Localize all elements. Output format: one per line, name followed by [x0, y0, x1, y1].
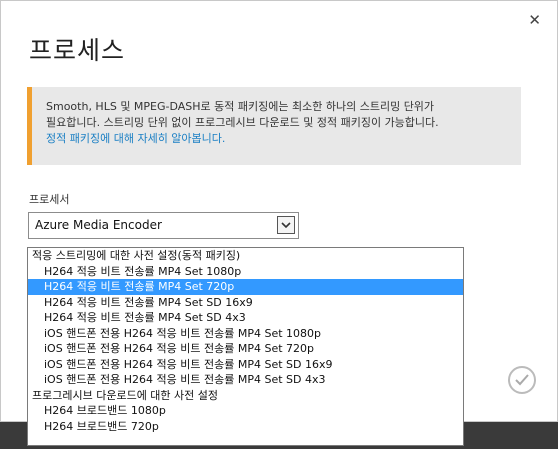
processor-label: 프로세서	[29, 193, 70, 206]
checkmark-icon	[515, 374, 529, 386]
preset-option[interactable]: H264 브로드밴드 1080p	[28, 403, 463, 419]
preset-option[interactable]: iOS 핸드폰 전용 H264 적응 비트 전송률 MP4 Set 1080p	[28, 326, 463, 342]
close-icon[interactable]: ✕	[528, 13, 541, 28]
preset-option[interactable]: iOS 핸드폰 전용 H264 적응 비트 전송률 MP4 Set 720p	[28, 341, 463, 357]
confirm-button[interactable]	[508, 366, 536, 394]
preset-option[interactable]: H264 적응 비트 전송률 MP4 Set 720p	[28, 279, 463, 295]
learn-more-link[interactable]: 정적 패키징에 대해 자세히 알아봅니다.	[46, 131, 507, 147]
processor-select-value: Azure Media Encoder	[35, 218, 162, 232]
preset-dropdown-list[interactable]: 적응 스트리밍에 대한 사전 설정(동적 패키징) H264 적응 비트 전송률 …	[27, 247, 464, 446]
preset-option[interactable]: H264 브로드밴드 720p	[28, 419, 463, 435]
preset-option[interactable]: iOS 핸드폰 전용 H264 적응 비트 전송률 MP4 Set SD 4x3	[28, 372, 463, 388]
preset-group-header: 적응 스트리밍에 대한 사전 설정(동적 패키징)	[32, 249, 241, 262]
preset-option[interactable]: iOS 핸드폰 전용 H264 적응 비트 전송률 MP4 Set SD 16x…	[28, 357, 463, 373]
dialog-title: 프로세스	[29, 36, 126, 65]
preset-option[interactable]: H264 적응 비트 전송률 MP4 Set SD 16x9	[28, 295, 463, 311]
processor-select[interactable]: Azure Media Encoder	[28, 212, 299, 239]
notice-line-2: 필요합니다. 스트리밍 단위 없이 프로그레시브 다운로드 및 정적 패키징이 …	[46, 116, 439, 129]
preset-option[interactable]: H264 적응 비트 전송률 MP4 Set SD 4x3	[28, 310, 463, 326]
notice-line-1: Smooth, HLS 및 MPEG-DASH로 동적 패키징에는 최소한 하나…	[46, 100, 435, 113]
preset-option[interactable]: H264 적응 비트 전송률 MP4 Set 1080p	[28, 264, 463, 280]
notice-box: Smooth, HLS 및 MPEG-DASH로 동적 패키징에는 최소한 하나…	[27, 87, 521, 165]
chevron-down-icon[interactable]	[277, 216, 295, 234]
preset-group-header: 프로그레시브 다운로드에 대한 사전 설정	[32, 388, 219, 402]
